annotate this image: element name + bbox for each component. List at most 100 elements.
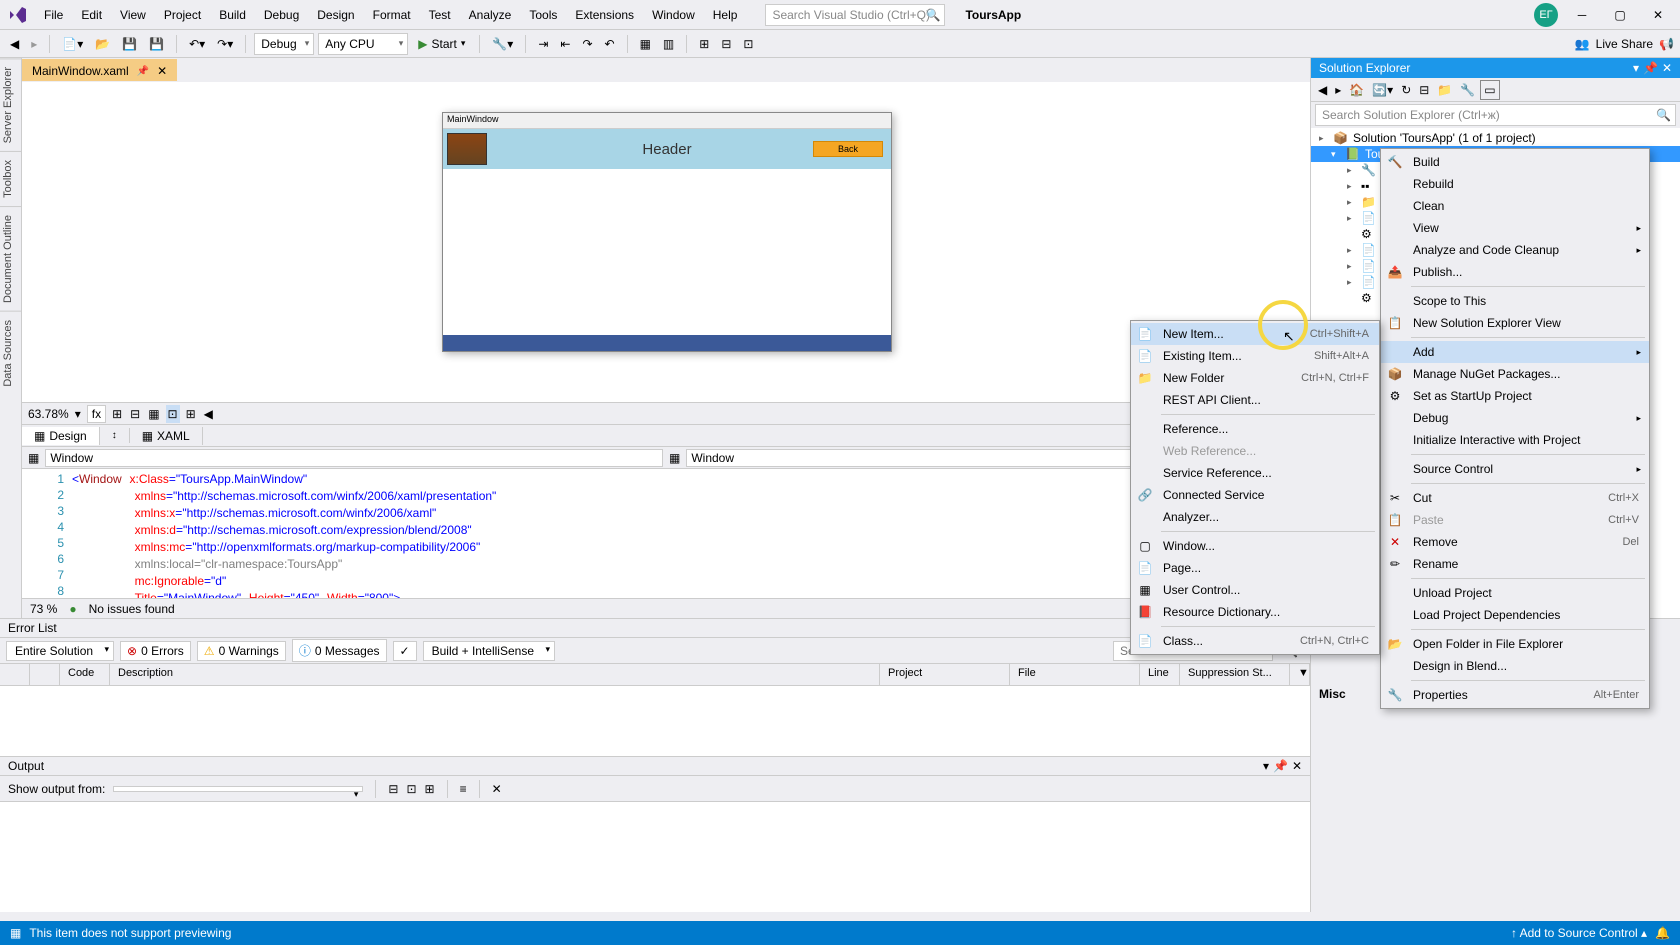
step-over-icon[interactable]: ↷	[578, 35, 596, 53]
tool-icon-1[interactable]: 🔧▾	[488, 35, 517, 53]
warnings-filter[interactable]: ⚠0 Warnings	[197, 641, 286, 661]
live-share-button[interactable]: Live Share	[1596, 37, 1653, 51]
errors-filter[interactable]: ⊗0 Errors	[120, 641, 191, 661]
ctx-remove[interactable]: ✕RemoveDel	[1381, 531, 1649, 553]
ctx-analyzer[interactable]: Analyzer...	[1131, 506, 1379, 528]
col-line[interactable]: Line	[1140, 664, 1180, 685]
col-file[interactable]: File	[1010, 664, 1140, 685]
zoom-level[interactable]: 63.78%	[28, 407, 69, 421]
tab-mainwindow[interactable]: MainWindow.xaml 📌 ✕	[22, 59, 177, 81]
menu-edit[interactable]: Edit	[73, 4, 110, 26]
clear-filter-button[interactable]: ✓	[393, 641, 417, 661]
ctx-scope[interactable]: Scope to This	[1381, 290, 1649, 312]
ctx-existing-item[interactable]: 📄Existing Item...Shift+Alt+A	[1131, 345, 1379, 367]
sol-preview-icon[interactable]: ▭	[1480, 80, 1499, 100]
menu-analyze[interactable]: Analyze	[461, 4, 520, 26]
pin-icon[interactable]: 📌	[137, 66, 149, 77]
panel-close-icon[interactable]: ✕	[1292, 759, 1302, 773]
canvas-back-button[interactable]: Back	[813, 141, 883, 157]
rail-doc-outline[interactable]: Document Outline	[0, 206, 21, 311]
grid-icon[interactable]: ⊞	[110, 405, 124, 423]
error-source-combo[interactable]: Build + IntelliSense	[423, 641, 555, 661]
sol-collapse-icon[interactable]: ⊟	[1416, 81, 1432, 99]
save-button[interactable]: 💾	[118, 35, 141, 53]
tab-close-icon[interactable]: ✕	[157, 64, 167, 78]
arrow-icon[interactable]: ◀	[202, 405, 215, 423]
output-tool-icon[interactable]: ✕	[492, 782, 502, 796]
tab-xaml[interactable]: ▦XAML	[130, 427, 203, 445]
new-project-button[interactable]: 📄▾	[58, 35, 87, 53]
sol-properties-icon[interactable]: 🔧	[1457, 81, 1478, 99]
code-editor[interactable]: 12345678 <Window x:Class="ToursApp.MainW…	[22, 468, 1310, 598]
design-canvas[interactable]: MainWindow Header Back	[442, 112, 892, 352]
minimize-button[interactable]: ─	[1568, 4, 1596, 26]
ctx-usercontrol[interactable]: ▦User Control...	[1131, 579, 1379, 601]
menu-view[interactable]: View	[112, 4, 154, 26]
ctx-clean[interactable]: Clean	[1381, 195, 1649, 217]
config-combo[interactable]: Debug	[254, 33, 314, 55]
solution-search[interactable]: Search Solution Explorer (Ctrl+ж) 🔍	[1315, 104, 1676, 126]
source-control-button[interactable]: ↑ Add to Source Control ▴	[1511, 926, 1647, 940]
user-avatar[interactable]: ЕГ	[1534, 3, 1558, 27]
platform-combo[interactable]: Any CPU	[318, 33, 408, 55]
ctx-openfolder[interactable]: 📂Open Folder in File Explorer	[1381, 633, 1649, 655]
start-debug-button[interactable]: ▶Start▾	[412, 35, 471, 53]
col-project[interactable]: Project	[880, 664, 1010, 685]
ctx-page[interactable]: 📄Page...	[1131, 557, 1379, 579]
ctx-window[interactable]: ▢Window...	[1131, 535, 1379, 557]
menu-extensions[interactable]: Extensions	[567, 4, 642, 26]
menu-window[interactable]: Window	[644, 4, 703, 26]
ctx-interactive[interactable]: Initialize Interactive with Project	[1381, 429, 1649, 451]
effects-toggle[interactable]: fx	[87, 405, 106, 423]
snapline-icon[interactable]: ⊡	[166, 405, 180, 423]
snap-icon[interactable]: ▦	[146, 405, 161, 423]
ctx-build[interactable]: 🔨Build	[1381, 151, 1649, 173]
col-suppression[interactable]: Suppression St...	[1180, 664, 1290, 685]
zoom-dropdown-icon[interactable]: ▾	[73, 405, 83, 423]
tab-swap[interactable]: ↕	[100, 428, 130, 443]
panel-pin-icon[interactable]: 📌	[1273, 759, 1288, 773]
output-tool-icon[interactable]: ≡	[460, 782, 467, 796]
designer-surface[interactable]: MainWindow Header Back	[22, 82, 1310, 402]
ctx-resource-dict[interactable]: 📕Resource Dictionary...	[1131, 601, 1379, 623]
tree-solution-root[interactable]: ▸📦 Solution 'ToursApp' (1 of 1 project)	[1311, 130, 1680, 146]
panel-dropdown-icon[interactable]: ▾	[1633, 61, 1639, 75]
ctx-service-reference[interactable]: Service Reference...	[1131, 462, 1379, 484]
ctx-blend[interactable]: Design in Blend...	[1381, 655, 1649, 677]
output-source-combo[interactable]	[113, 786, 363, 792]
panel-dropdown-icon[interactable]: ▾	[1263, 759, 1269, 773]
close-button[interactable]: ✕	[1644, 4, 1672, 26]
col-description[interactable]: Description	[110, 664, 880, 685]
grid2-icon[interactable]: ⊟	[128, 405, 142, 423]
ctx-new-folder[interactable]: 📁New FolderCtrl+N, Ctrl+F	[1131, 367, 1379, 389]
ctx-debug[interactable]: Debug▸	[1381, 407, 1649, 429]
menu-build[interactable]: Build	[211, 4, 254, 26]
ctx-add[interactable]: Add▸	[1381, 341, 1649, 363]
ctx-cut[interactable]: ✂CutCtrl+X	[1381, 487, 1649, 509]
code-text[interactable]: <Window x:Class="ToursApp.MainWindow" xm…	[72, 469, 1310, 598]
menu-help[interactable]: Help	[705, 4, 746, 26]
col-code[interactable]: Code	[60, 664, 110, 685]
sol-refresh-icon[interactable]: ↻	[1398, 81, 1414, 99]
step-icon[interactable]: ⇥	[534, 35, 552, 53]
ctx-analyze[interactable]: Analyze and Code Cleanup▸	[1381, 239, 1649, 261]
messages-filter[interactable]: ⓘ0 Messages	[292, 639, 387, 662]
notifications-icon[interactable]: 🔔	[1655, 926, 1670, 940]
menu-format[interactable]: Format	[365, 4, 419, 26]
menu-design[interactable]: Design	[309, 4, 362, 26]
ctx-rename[interactable]: ✏Rename	[1381, 553, 1649, 575]
rail-toolbox[interactable]: Toolbox	[0, 151, 21, 206]
sol-showall-icon[interactable]: 📁	[1434, 81, 1455, 99]
save-all-button[interactable]: 💾	[145, 35, 168, 53]
maximize-button[interactable]: ▢	[1606, 4, 1634, 26]
menu-file[interactable]: File	[36, 4, 71, 26]
panel-pin-icon[interactable]: 📌	[1643, 61, 1658, 75]
menu-project[interactable]: Project	[156, 4, 209, 26]
menu-debug[interactable]: Debug	[256, 4, 307, 26]
ctx-publish[interactable]: 📤Publish...	[1381, 261, 1649, 283]
step-into-icon[interactable]: ↶	[601, 35, 619, 53]
undo-button[interactable]: ↶▾	[185, 35, 209, 53]
ctx-rest-api[interactable]: REST API Client...	[1131, 389, 1379, 411]
quick-launch-search[interactable]: Search Visual Studio (Ctrl+Q) 🔍	[765, 4, 945, 26]
layout-icon-5[interactable]: ⊡	[739, 35, 757, 53]
